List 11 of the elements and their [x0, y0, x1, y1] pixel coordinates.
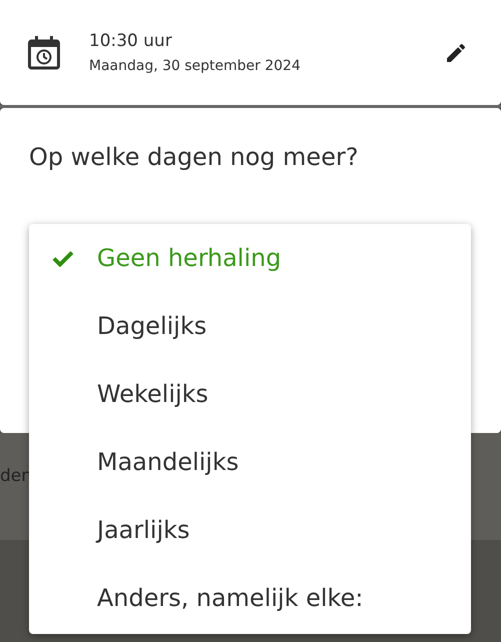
- check-icon: [52, 250, 74, 266]
- menu-item[interactable]: Dagelijks: [29, 292, 471, 360]
- menu-item[interactable]: Anders, namelijk elke:: [29, 564, 471, 632]
- menu-item[interactable]: Maandelijks: [29, 428, 471, 496]
- calendar-clock-icon: [28, 36, 60, 70]
- appointment-time: 10:30 uur: [89, 30, 173, 52]
- appointment-date: Maandag, 30 september 2024: [89, 56, 302, 76]
- question-text: Op welke dagen nog meer?: [29, 143, 358, 171]
- menu-item[interactable]: Wekelijks: [29, 360, 471, 428]
- menu-item[interactable]: Jaarlijks: [29, 496, 471, 564]
- menu-item[interactable]: Geen herhaling: [29, 224, 471, 292]
